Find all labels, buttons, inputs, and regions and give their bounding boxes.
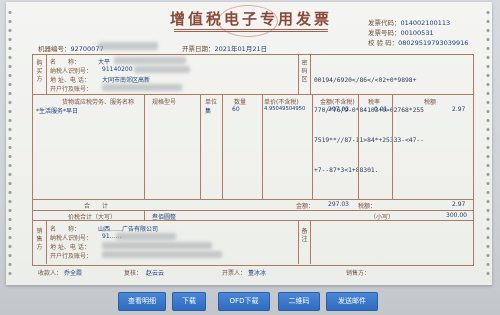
machine-label: 机器编号： bbox=[38, 45, 71, 53]
col-header-unit: 单位 bbox=[205, 99, 218, 106]
seller-addr-label: 地 址、电 话： bbox=[50, 244, 90, 251]
number-value: 00100531 bbox=[400, 29, 434, 37]
machine-number: 机器编号：92700077 bbox=[38, 43, 104, 53]
invoice-title: 增值税电子专用发票 bbox=[169, 10, 332, 28]
title-underline bbox=[174, 29, 328, 30]
seller-bank-label: 开户行及账号： bbox=[50, 253, 93, 260]
code-value: 014002100113 bbox=[400, 19, 451, 27]
redaction bbox=[102, 242, 212, 249]
grid-line bbox=[46, 220, 47, 264]
date-label: 开票日期： bbox=[182, 45, 215, 53]
grid-line bbox=[222, 94, 223, 199]
seller-name-label: 名 称： bbox=[50, 226, 81, 233]
grid-line bbox=[32, 210, 473, 211]
item-amount: 297.03 bbox=[328, 106, 349, 113]
cipher-line: 7519**//87-11>84*+25333-<47-- bbox=[314, 137, 424, 144]
redaction bbox=[114, 57, 186, 64]
redaction bbox=[116, 233, 176, 240]
grid-line bbox=[32, 199, 473, 200]
grid-line bbox=[144, 94, 145, 199]
seller-stamp-label: 销售方： bbox=[346, 270, 371, 277]
grid-line bbox=[310, 220, 311, 264]
tractor-holes-right bbox=[485, 8, 491, 279]
redaction bbox=[98, 42, 158, 50]
action-bar: 查看明细 下载 OFD下载 二维码 发送邮件 bbox=[0, 292, 500, 311]
cipher-area: 00194/6920</86</<02+0*9898+ 770/*76/9-0*… bbox=[314, 56, 424, 196]
issue-date: 开票日期：2021年01月21日 bbox=[182, 43, 267, 53]
number-label: 发票号码： bbox=[368, 29, 401, 37]
view-details-button[interactable]: 查看明细 bbox=[118, 292, 166, 311]
grid-line bbox=[298, 54, 299, 94]
col-header-name: 货物或应税劳务、服务名称 bbox=[62, 99, 135, 106]
item-rate: 0.01 bbox=[374, 106, 388, 113]
remark-label: 备注 bbox=[301, 228, 308, 243]
check-value: 08029519793039916 bbox=[398, 39, 469, 47]
grid-line bbox=[312, 94, 313, 199]
issuer-label: 开票人： bbox=[222, 270, 247, 277]
redaction bbox=[134, 66, 190, 73]
total-tax: 2.97 bbox=[452, 201, 466, 208]
seller-section-label: 销售方 bbox=[36, 228, 43, 251]
grid-line bbox=[310, 54, 311, 94]
buyer-bank-label: 开户行及账号： bbox=[50, 86, 93, 93]
buyer-tax-label: 纳税人识别号： bbox=[50, 68, 93, 75]
buyer-addr-value: 大同市南郊区高新 bbox=[102, 77, 151, 84]
total-tax-sym: 税额： bbox=[358, 203, 377, 210]
buyer-tax-value: 91140200 bbox=[102, 66, 133, 73]
tractor-holes-left bbox=[7, 8, 13, 279]
grid-line bbox=[32, 220, 473, 221]
payee-label: 收款人： bbox=[38, 270, 63, 277]
seller-tax-label: 纳税人识别号： bbox=[50, 235, 93, 242]
total-amount: 297.03 bbox=[328, 201, 349, 208]
check-label: 校 验 码： bbox=[368, 39, 399, 47]
total-label: 合 计 bbox=[84, 203, 109, 210]
reviewer-label: 复核： bbox=[124, 270, 143, 277]
seller-name-value: 山西……广告有限公司 bbox=[98, 226, 159, 233]
invoice-header-right: 发票代码：014002100113 发票号码：00100531 校 验 码：08… bbox=[368, 18, 468, 48]
date-value: 2021年01月21日 bbox=[214, 45, 268, 53]
grid-line bbox=[262, 94, 263, 199]
send-email-button[interactable]: 发送邮件 bbox=[326, 292, 378, 311]
cipher-section-label: 密码区 bbox=[301, 60, 308, 83]
item-tax: 2.97 bbox=[452, 106, 466, 113]
issuer-value: 董冰冰 bbox=[248, 270, 267, 277]
col-header-amount: 金额(不含税) bbox=[320, 99, 355, 106]
redaction bbox=[102, 84, 182, 91]
buyer-name-value: 大平 bbox=[98, 59, 111, 66]
reviewer-value: 赵云云 bbox=[146, 270, 165, 277]
code-label: 发票代码： bbox=[368, 19, 401, 27]
payee-value: 乔全霞 bbox=[64, 270, 83, 277]
item-unit: 集 bbox=[205, 108, 212, 115]
buyer-name-label: 名 称： bbox=[50, 59, 81, 66]
ofd-download-button[interactable]: OFD下载 bbox=[218, 292, 270, 311]
item-price: 4.95049504950 bbox=[264, 106, 306, 112]
col-header-price: 单价(不含税) bbox=[264, 99, 299, 106]
grid-line bbox=[358, 94, 359, 199]
buyer-section-label: 购买方 bbox=[36, 60, 43, 83]
col-header-tax: 税额 bbox=[424, 99, 437, 106]
title-underline-2 bbox=[174, 31, 328, 32]
grid-line bbox=[144, 210, 145, 220]
grid-line bbox=[392, 94, 393, 199]
download-button[interactable]: 下载 bbox=[172, 292, 206, 311]
col-header-rate: 税率 bbox=[368, 99, 381, 106]
grid-line bbox=[200, 94, 201, 199]
screen: 增值税电子专用发票 发票代码：014002100113 发票号码：0010053… bbox=[0, 0, 500, 315]
qr-code-button[interactable]: 二维码 bbox=[278, 292, 320, 311]
invoice-paper: 增值税电子专用发票 发票代码：014002100113 发票号码：0010053… bbox=[6, 2, 492, 285]
cipher-line: 00194/6920</86</<02+0*9898+ bbox=[314, 77, 417, 84]
cipher-line: +7--87*3<1+88301. bbox=[314, 167, 379, 174]
grid-line bbox=[298, 220, 299, 264]
small-value: 300.00 bbox=[446, 212, 467, 219]
col-header-spec: 规格型号 bbox=[152, 99, 177, 106]
item-qty: 60 bbox=[232, 106, 240, 113]
buyer-addr-label: 地 址、电 话： bbox=[50, 77, 90, 84]
total-amount-sym: 金额： bbox=[296, 203, 315, 210]
redaction bbox=[102, 251, 222, 258]
item-name: *生活服务*早日 bbox=[36, 108, 79, 115]
grid-line bbox=[46, 54, 47, 94]
col-header-qty: 数量 bbox=[234, 99, 247, 106]
